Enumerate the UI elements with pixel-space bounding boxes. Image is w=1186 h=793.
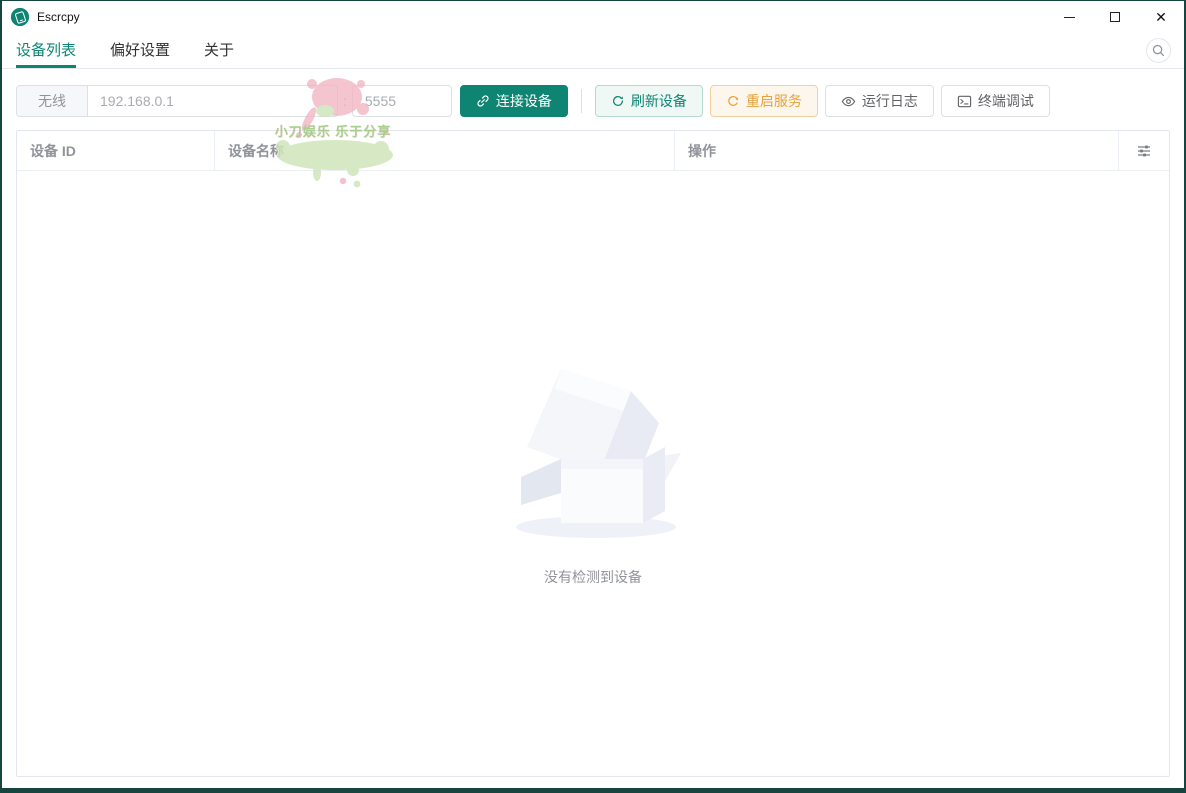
port-input-wrap xyxy=(351,85,452,117)
window-controls: ✕ xyxy=(1046,1,1184,33)
maximize-button[interactable] xyxy=(1092,1,1138,33)
search-icon xyxy=(1152,44,1165,57)
app-logo-icon xyxy=(11,8,29,26)
host-input[interactable] xyxy=(88,86,337,116)
link-icon xyxy=(477,95,489,107)
eye-icon xyxy=(841,96,856,106)
minimize-button[interactable] xyxy=(1046,1,1092,33)
sliders-icon xyxy=(1138,145,1150,156)
window-title: Escrcpy xyxy=(37,10,80,24)
port-input[interactable] xyxy=(352,86,451,116)
column-header-device-id: 设备 ID xyxy=(17,131,215,170)
tab-preferences[interactable]: 偏好设置 xyxy=(110,33,170,68)
search-button[interactable] xyxy=(1146,38,1171,63)
minimize-icon xyxy=(1063,16,1075,18)
title-bar: Escrcpy ✕ xyxy=(2,1,1184,33)
tab-about[interactable]: 关于 xyxy=(204,33,234,68)
close-button[interactable]: ✕ xyxy=(1138,1,1184,33)
column-header-actions: 操作 xyxy=(675,131,1119,170)
restart-icon xyxy=(728,96,738,106)
wireless-address-group: 无线 xyxy=(16,85,338,117)
column-header-device-name: 设备名称 xyxy=(215,131,675,170)
app-window: Escrcpy ✕ 设备列表 偏好设置 关于 无线 : xyxy=(0,0,1186,793)
maximize-icon xyxy=(1110,12,1120,22)
device-table-header: 设备 ID 设备名称 操作 xyxy=(17,131,1169,171)
run-log-button[interactable]: 运行日志 xyxy=(824,85,934,117)
host-port-separator: : xyxy=(343,93,347,109)
empty-box-illustration xyxy=(516,368,681,538)
column-settings-button[interactable] xyxy=(1119,131,1169,170)
toolbar-divider xyxy=(580,89,582,113)
connection-toolbar: 无线 : 连接设备 刷新设备 xyxy=(2,69,1184,130)
device-table-body: 没有检测到设备 xyxy=(17,171,1169,776)
connect-device-button[interactable]: 连接设备 xyxy=(459,85,568,117)
tab-device-list[interactable]: 设备列表 xyxy=(16,33,77,68)
empty-state-text: 没有检测到设备 xyxy=(544,568,642,585)
close-icon: ✕ xyxy=(1155,9,1167,25)
tab-bar: 设备列表 偏好设置 关于 xyxy=(2,33,1184,69)
restart-service-button[interactable]: 重启服务 xyxy=(709,85,818,117)
terminal-debug-button[interactable]: 终端调试 xyxy=(940,85,1050,117)
refresh-icon xyxy=(612,95,623,106)
connection-mode-select[interactable]: 无线 xyxy=(17,86,88,116)
refresh-devices-button[interactable]: 刷新设备 xyxy=(594,85,703,117)
device-table: 设备 ID 设备名称 操作 没有检测到设备 xyxy=(16,130,1170,777)
terminal-icon xyxy=(957,95,972,107)
